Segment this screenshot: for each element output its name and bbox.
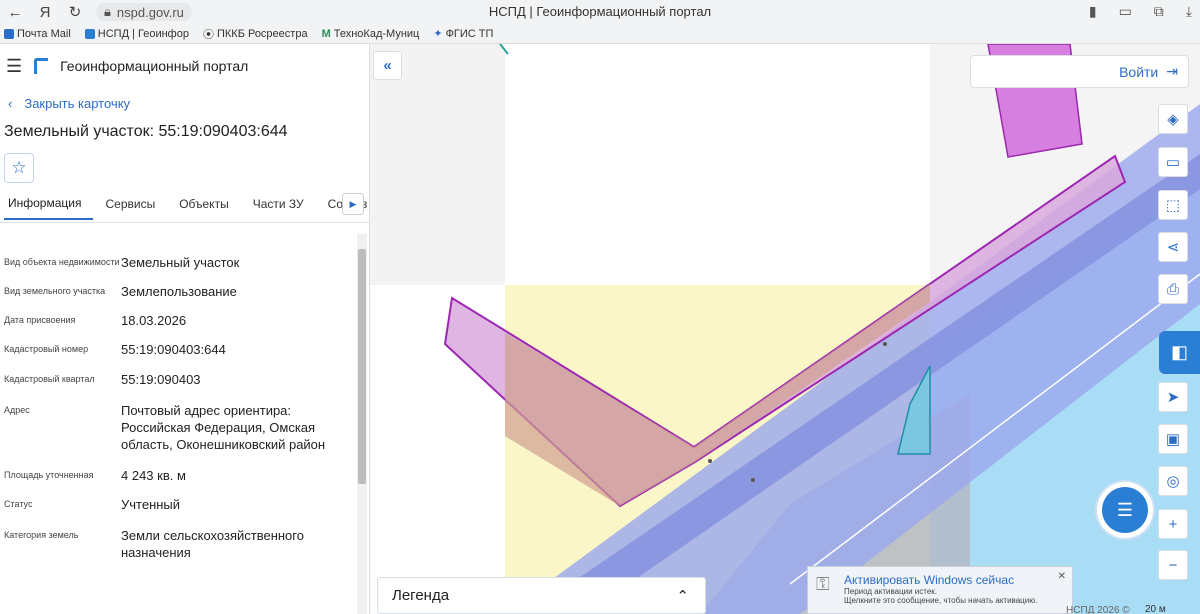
favorite-button[interactable]: ☆	[4, 153, 34, 183]
vertex-point	[883, 342, 887, 346]
tab-parts[interactable]: Части ЗУ	[249, 197, 316, 219]
back-icon[interactable]: ←	[0, 4, 30, 21]
emblem-icon: ✦	[433, 28, 443, 40]
layers-icon: ◈	[1167, 111, 1179, 128]
login-icon: ⇥	[1166, 63, 1178, 79]
menu-icon[interactable]: ☰	[6, 56, 22, 77]
map-layers	[370, 44, 1200, 614]
card-tabs: Информация Сервисы Объекты Части ЗУ Сост…	[0, 193, 369, 223]
m-icon: M	[321, 27, 331, 40]
print-button[interactable]: ⎙	[1158, 274, 1188, 304]
ruler-button[interactable]: ▭	[1158, 147, 1188, 177]
zoom-out-icon: −	[1168, 556, 1178, 574]
property-row: Категория земель Земли сельскохозяйствен…	[4, 528, 304, 560]
yandex-icon[interactable]: Я	[30, 4, 60, 21]
bookmark-pkk[interactable]: ⦿ ПККБ Росреестра	[203, 26, 308, 42]
minimap-icon: ▣	[1165, 431, 1181, 448]
double-chevron-left-icon: «	[383, 57, 392, 74]
reader-icon[interactable]: ▭	[1119, 3, 1132, 20]
tabs-next-button[interactable]: ▶	[342, 193, 364, 215]
property-row: Кадастровый квартал 55:19:090403	[4, 372, 201, 387]
pin-icon: ⦿	[202, 28, 214, 41]
chat-icon: ☰	[1116, 499, 1134, 520]
property-row: Вид земельного участка Землепользование	[4, 284, 237, 299]
address-bar[interactable]: 🔒︎ nspd.gov.ru	[96, 3, 192, 21]
property-row: Площадь уточненная 4 243 кв. м	[4, 468, 186, 483]
activation-line2: Щелкните это сообщение, чтобы начать акт…	[844, 596, 1038, 605]
parcel-title: Земельный участок: 55:19:090403:644	[4, 123, 288, 140]
browser-toolbar: ← Я ↻ 🔒︎ nspd.gov.ru НСПД | Геоинформаци…	[0, 0, 1200, 24]
bookmark-mail[interactable]: Почта Mail	[4, 28, 71, 40]
vertex-point	[751, 478, 755, 482]
activation-title: Активировать Windows сейчас	[844, 573, 1015, 587]
panel-scrollbar[interactable]	[357, 234, 367, 614]
extensions-icon[interactable]: ⧉	[1154, 3, 1164, 20]
legend-dropdown[interactable]: Легенда ⌃	[377, 577, 706, 614]
zoom-out-button[interactable]: −	[1158, 550, 1188, 580]
tab-information[interactable]: Информация	[4, 196, 94, 220]
select-area-button[interactable]: ⬚	[1158, 190, 1188, 220]
map-tile-grey	[370, 44, 505, 285]
property-row: Кадастровый номер 55:19:090403:644	[4, 342, 226, 357]
property-row: Вид объекта недвижимости Земельный участ…	[4, 255, 240, 270]
locate-icon: ➤	[1166, 389, 1180, 406]
print-icon: ⎙	[1166, 280, 1179, 298]
chat-button[interactable]: ☰	[1102, 487, 1148, 533]
property-row: Дата присвоения 18.03.2026	[4, 313, 187, 328]
activation-line1: Период активации истек.	[844, 587, 938, 596]
logo-icon	[34, 58, 49, 74]
map-canvas[interactable]	[370, 44, 1200, 614]
select-area-icon: ⬚	[1165, 197, 1181, 214]
locate-button[interactable]: ➤	[1158, 382, 1188, 412]
key-icon: ⚿	[816, 574, 830, 594]
search-map-icon: ◎	[1166, 473, 1180, 490]
url-text: nspd.gov.ru	[116, 4, 184, 20]
collapse-panel-button[interactable]: «	[373, 51, 402, 80]
chevron-left-icon: ‹	[8, 96, 13, 111]
star-icon: ☆	[11, 158, 27, 177]
layers-button[interactable]: ◈	[1158, 104, 1188, 134]
bookmark-fgis[interactable]: ✦ ФГИС ТП	[433, 27, 493, 41]
zoom-in-button[interactable]: +	[1158, 509, 1188, 539]
triangle-right-icon: ▶	[349, 198, 357, 209]
bookmark-technokad[interactable]: M ТехноКад-Муниц	[322, 28, 420, 40]
mail-icon	[4, 28, 14, 39]
zoom-in-icon: +	[1168, 515, 1178, 533]
login-button[interactable]: Войти ⇥	[970, 55, 1189, 88]
info-panel: ☰ Геоинформационный портал ‹ Закрыть кар…	[0, 44, 370, 614]
legend-label: Легенда	[392, 587, 450, 604]
scrollbar-thumb[interactable]	[358, 249, 366, 484]
close-card-link[interactable]: ‹ Закрыть карточку	[0, 96, 369, 111]
egrn-button[interactable]: ◧	[1159, 331, 1200, 374]
minimap-button[interactable]: ▣	[1158, 424, 1188, 454]
nspd-icon	[84, 28, 95, 39]
share-button[interactable]: ⋖	[1158, 232, 1188, 262]
property-list: Вид объекта недвижимости Земельный участ…	[0, 254, 356, 571]
bookmark-nspd[interactable]: НСПД | Геоинфор	[84, 28, 189, 40]
share-icon: ⋖	[1166, 239, 1180, 256]
app-title: Геоинформационный портал	[60, 58, 249, 74]
reload-icon[interactable]: ↻	[60, 3, 90, 21]
property-row: Адрес Почтовый адрес ориентира: Российск…	[4, 403, 326, 452]
tab-services[interactable]: Сервисы	[101, 197, 167, 219]
downloads-icon[interactable]: ⤓	[1186, 3, 1192, 20]
tab-objects[interactable]: Объекты	[175, 197, 241, 219]
bookmarks-bar: Почта Mail НСПД | Геоинфор ⦿ ПККБ Росреес…	[0, 24, 1200, 44]
property-row: Статус Учтенный	[4, 497, 181, 512]
bookmark-icon[interactable]: ▮	[1089, 3, 1097, 20]
search-map-button[interactable]: ◎	[1158, 466, 1188, 496]
windows-activation-notice[interactable]: ⚿ ✕ Активировать Windows сейчас Период а…	[807, 566, 1073, 614]
lock-icon: 🔒︎	[104, 4, 111, 19]
vertex-point	[708, 459, 712, 463]
close-icon[interactable]: ✕	[1058, 571, 1066, 582]
map-attribution: НСПД 2026 ©	[1066, 605, 1130, 614]
chevron-updown-icon: ⌃	[676, 587, 689, 605]
ruler-icon: ▭	[1165, 154, 1181, 171]
map-scale: 20 м	[1145, 604, 1166, 614]
egrn-icon: ◧	[1170, 342, 1188, 362]
